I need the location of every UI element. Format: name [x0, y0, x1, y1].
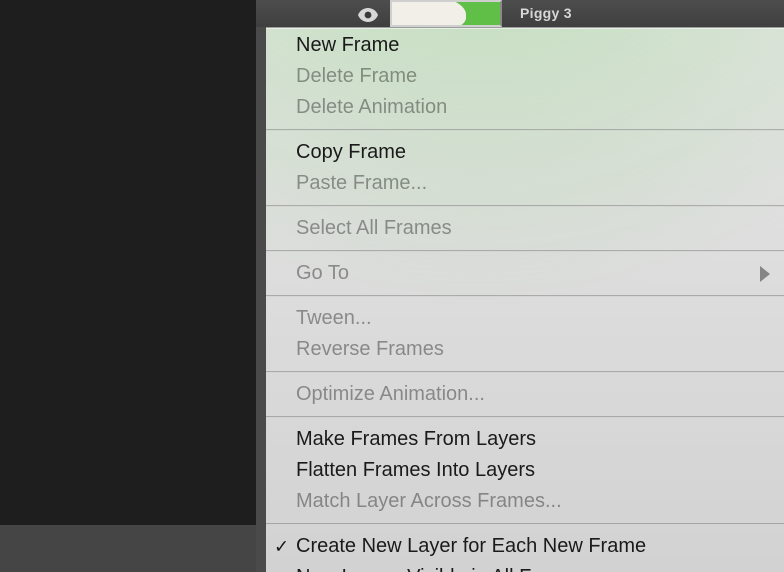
- menu-item-create-new-layer-for-each-new-frame[interactable]: ✓ Create New Layer for Each New Frame: [266, 531, 784, 562]
- menu-separator: [266, 250, 784, 252]
- menu-item-optimize-animation: Optimize Animation...: [266, 379, 784, 410]
- menu-item-new-frame[interactable]: New Frame: [266, 30, 784, 61]
- menu-separator: [266, 371, 784, 373]
- timeline-flyout-menu: New Frame Delete Frame Delete Animation Cop…: [266, 27, 784, 572]
- menu-item-label: Match Layer Across Frames...: [296, 490, 562, 512]
- menu-item-reverse-frames: Reverse Frames: [266, 334, 784, 365]
- menu-item-copy-frame[interactable]: Copy Frame: [266, 137, 784, 168]
- canvas-area: [0, 0, 256, 525]
- menu-separator: [266, 295, 784, 297]
- check-icon: ✓: [274, 533, 289, 560]
- menu-item-label: New Layers Visible in All Frames: [296, 566, 587, 572]
- menu-item-make-frames-from-layers[interactable]: Make Frames From Layers: [266, 424, 784, 455]
- menu-item-paste-frame: Paste Frame...: [266, 168, 784, 199]
- menu-item-label: Tween...: [296, 307, 372, 329]
- panel-footer: [0, 525, 256, 572]
- menu-item-delete-animation: Delete Animation: [266, 92, 784, 123]
- frame-thumbnail-art: [390, 0, 466, 27]
- menu-item-label: Reverse Frames: [296, 338, 444, 360]
- menu-item-label: Delete Frame: [296, 65, 417, 87]
- menu-item-tween: Tween...: [266, 303, 784, 334]
- chevron-right-icon: [760, 266, 770, 282]
- menu-item-new-layers-visible-in-all-frames[interactable]: ✓ New Layers Visible in All Frames: [266, 562, 784, 572]
- menu-item-label: Paste Frame...: [296, 172, 427, 194]
- check-icon: ✓: [274, 564, 289, 572]
- menu-item-label: Make Frames From Layers: [296, 428, 536, 450]
- visibility-eye-icon[interactable]: [358, 8, 378, 22]
- menu-item-label: Optimize Animation...: [296, 383, 485, 405]
- menu-separator: [266, 129, 784, 131]
- menu-item-match-layer-across-frames: Match Layer Across Frames...: [266, 486, 784, 517]
- menu-item-label: New Frame: [296, 34, 399, 56]
- frame-thumbnail[interactable]: [390, 0, 502, 27]
- menu-item-go-to: Go To: [266, 258, 784, 289]
- menu-item-delete-frame: Delete Frame: [266, 61, 784, 92]
- menu-separator: [266, 523, 784, 525]
- layer-name[interactable]: Piggy 3: [520, 5, 572, 21]
- menu-item-label: Delete Animation: [296, 96, 447, 118]
- menu-item-label: Go To: [296, 262, 349, 284]
- menu-separator: [266, 416, 784, 418]
- menu-item-label: Copy Frame: [296, 141, 406, 163]
- menu-item-label: Select All Frames: [296, 217, 452, 239]
- menu-item-select-all-frames: Select All Frames: [266, 213, 784, 244]
- menu-separator: [266, 205, 784, 207]
- menu-item-label: Flatten Frames Into Layers: [296, 459, 535, 481]
- menu-item-label: Create New Layer for Each New Frame: [296, 535, 646, 557]
- menu-item-flatten-frames-into-layers[interactable]: Flatten Frames Into Layers: [266, 455, 784, 486]
